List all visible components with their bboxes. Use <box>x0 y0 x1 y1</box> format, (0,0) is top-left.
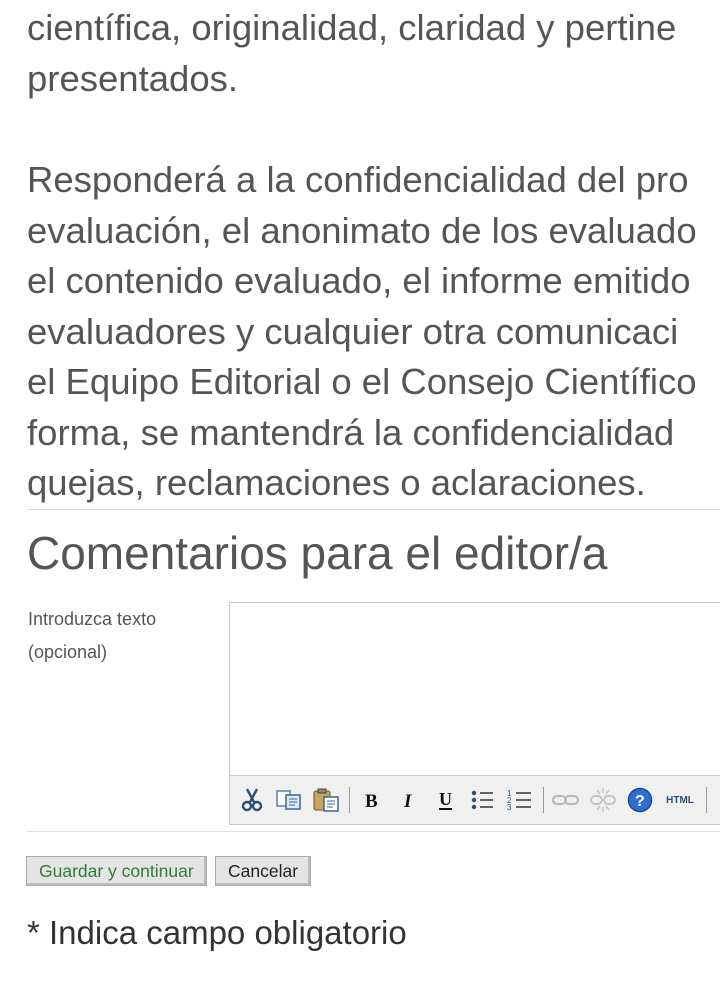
html-icon[interactable]: HTML <box>663 786 697 814</box>
toolbar-separator <box>543 787 544 813</box>
paragraph-line: forma, se mantendrá la confidencialidad <box>27 411 675 453</box>
bulleted-list-icon[interactable] <box>469 786 497 814</box>
paragraph-line: el Equipo Editorial o el Consejo Científ… <box>27 361 697 402</box>
section-title: Comentarios para el editor/a <box>27 527 608 579</box>
toolbar-separator <box>706 787 707 813</box>
bold-icon[interactable]: B <box>358 786 386 814</box>
comments-textarea[interactable] <box>230 603 720 775</box>
paragraph-line: Responderá a la confidencialidad del pro <box>27 159 689 200</box>
paragraph-line: científica, originalidad, claridad y per… <box>27 7 677 48</box>
cut-icon[interactable] <box>238 786 266 814</box>
rich-text-editor: B I U 123 ? HTML <box>229 602 720 825</box>
comments-field-label: Introduzca texto (opcional) <box>28 603 188 669</box>
help-icon[interactable]: ? <box>626 786 654 814</box>
paragraph-line: el contenido evaluado, el informe emitid… <box>27 260 691 301</box>
divider <box>27 509 720 510</box>
underline-icon[interactable]: U <box>432 786 460 814</box>
intro-paragraph: científica, originalidad, claridad y per… <box>27 3 676 104</box>
required-field-note: * Indica campo obligatorio <box>27 914 407 951</box>
unlink-icon[interactable] <box>589 786 617 814</box>
paragraph-line: evaluación, el anonimato de los evaluado <box>27 209 697 251</box>
html-icon-label: HTML <box>666 794 694 806</box>
save-and-continue-button[interactable]: Guardar y continuar <box>26 856 207 886</box>
field-label-line: (opcional) <box>28 642 108 662</box>
paragraph-line: quejas, reclamaciones o aclaraciones. <box>27 462 646 503</box>
copy-icon[interactable] <box>275 786 303 814</box>
italic-icon[interactable]: I <box>395 786 423 814</box>
svg-text:I: I <box>403 791 412 811</box>
toolbar-separator <box>349 787 350 813</box>
paragraph-line: evaluadores y cualquier otra comunicaci <box>27 310 679 352</box>
svg-text:B: B <box>365 791 378 811</box>
paste-icon[interactable] <box>312 786 340 814</box>
field-label-line: Introduzca texto <box>28 609 157 629</box>
numbered-list-icon[interactable]: 123 <box>506 786 534 814</box>
svg-text:U: U <box>439 789 452 809</box>
paragraph-line: presentados. <box>27 57 239 99</box>
svg-text:3: 3 <box>507 803 512 812</box>
editor-toolbar: B I U 123 ? HTML <box>230 775 720 824</box>
divider <box>27 831 720 832</box>
link-icon[interactable] <box>552 786 580 814</box>
cancel-button[interactable]: Cancelar <box>215 856 312 886</box>
confidentiality-paragraph: Responderá a la confidencialidad del pro… <box>27 155 697 509</box>
svg-text:?: ? <box>635 793 645 810</box>
